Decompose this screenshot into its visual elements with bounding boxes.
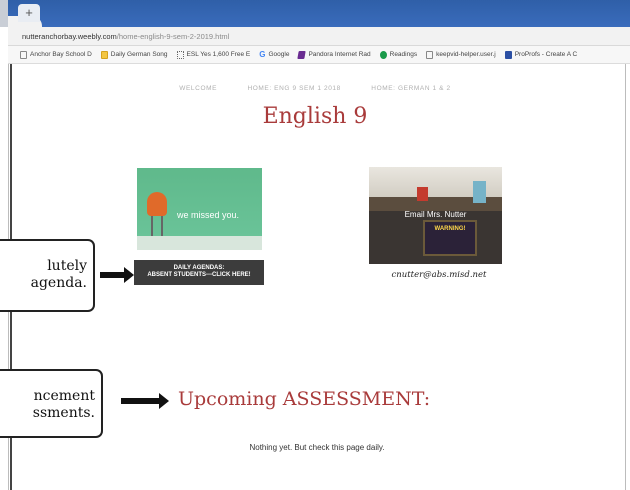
agenda-line-1: DAILY AGENDAS: xyxy=(173,265,225,271)
we-missed-you-image: we missed you. xyxy=(137,168,262,250)
bookmarks-bar: Anchor Bay School D Daily German Song ES… xyxy=(8,46,630,64)
bookmark-anchor-bay[interactable]: Anchor Bay School D xyxy=(20,50,92,59)
callout-text: ssments. xyxy=(32,405,95,421)
email-teacher-image[interactable]: Email Mrs. Nutter WARNING! xyxy=(369,167,502,264)
bookmark-label: Google xyxy=(268,51,290,58)
bookmark-label: Anchor Bay School D xyxy=(30,51,92,58)
email-address: cnutter@abs.misd.net xyxy=(391,270,487,280)
callout-text: lutely xyxy=(47,258,87,274)
warning-sign: WARNING! xyxy=(423,220,477,256)
nav-german[interactable]: HOME: GERMAN 1 & 2 xyxy=(371,85,450,92)
agenda-line-2: ABSENT STUDENTS---CLICK HERE! xyxy=(147,272,251,278)
annotation-callout-agenda: lutely agenda. xyxy=(0,239,95,312)
bookmark-pandora[interactable]: Pandora Internet Rad xyxy=(297,50,371,59)
annotation-line xyxy=(10,312,12,369)
url-domain: nutteranchorbay.weebly.com xyxy=(22,32,117,41)
arrow-right-icon xyxy=(100,267,134,283)
annotation-line xyxy=(10,64,12,239)
arrow-right-icon xyxy=(121,393,169,409)
bookmark-esl-yes[interactable]: ESL Yes 1,600 Free E xyxy=(176,50,251,59)
annotation-line xyxy=(10,438,12,490)
bookmark-label: ESL Yes 1,600 Free E xyxy=(186,51,251,58)
nav-welcome[interactable]: WELCOME xyxy=(179,85,217,92)
grid-icon xyxy=(176,50,184,59)
url-path: /home-english-9-sem-2-2019.html xyxy=(116,32,230,41)
proprofs-icon xyxy=(504,50,512,59)
bookmark-google[interactable]: G Google xyxy=(259,50,289,59)
annotation-callout-assessments: ncement ssments. xyxy=(0,369,103,438)
pandora-icon xyxy=(297,50,307,59)
new-tab-button[interactable]: + xyxy=(18,4,40,22)
daily-agendas-button[interactable]: DAILY AGENDAS: ABSENT STUDENTS---CLICK H… xyxy=(134,260,264,285)
email-label: Email Mrs. Nutter xyxy=(404,210,467,219)
site-navigation: WELCOME HOME: ENG 9 SEM 1 2018 HOME: GER… xyxy=(0,85,630,92)
bookmark-label: ProProfs - Create A C xyxy=(514,51,578,58)
cup-icon xyxy=(417,187,428,201)
missed-message: we missed you. xyxy=(177,210,240,220)
address-bar[interactable]: nutteranchorbay.weebly.com/home-english-… xyxy=(8,27,630,46)
chair-legs xyxy=(151,216,163,236)
nav-eng9-sem1[interactable]: HOME: ENG 9 SEM 1 2018 xyxy=(247,85,340,92)
google-icon: G xyxy=(259,50,266,59)
floor xyxy=(137,236,262,250)
folder-icon xyxy=(100,50,108,59)
bookmark-proprofs[interactable]: ProProfs - Create A C xyxy=(504,50,578,59)
callout-text: ncement xyxy=(33,388,95,404)
page-icon xyxy=(426,50,434,59)
bookmark-label: Pandora Internet Rad xyxy=(308,51,371,58)
bookmark-daily-german-song[interactable]: Daily German Song xyxy=(100,50,168,59)
chair-icon xyxy=(147,192,167,216)
bookmark-readings[interactable]: Readings xyxy=(379,50,418,59)
bookmark-keepvid[interactable]: keepvid-helper.user.j xyxy=(426,50,496,59)
bookmark-label: Readings xyxy=(389,51,418,58)
page-title: English 9 xyxy=(262,104,368,129)
browser-tab-strip: + xyxy=(0,0,630,27)
bookmark-label: Daily German Song xyxy=(110,51,168,58)
page-icon xyxy=(20,50,27,59)
assessment-note: Nothing yet. But check this page daily. xyxy=(249,443,385,452)
readings-icon xyxy=(379,50,387,59)
assessment-heading: Upcoming ASSESSMENT: xyxy=(178,388,431,410)
bookmark-label: keepvid-helper.user.j xyxy=(436,51,496,58)
callout-text: agenda. xyxy=(30,275,87,291)
bottle-icon xyxy=(473,181,486,203)
